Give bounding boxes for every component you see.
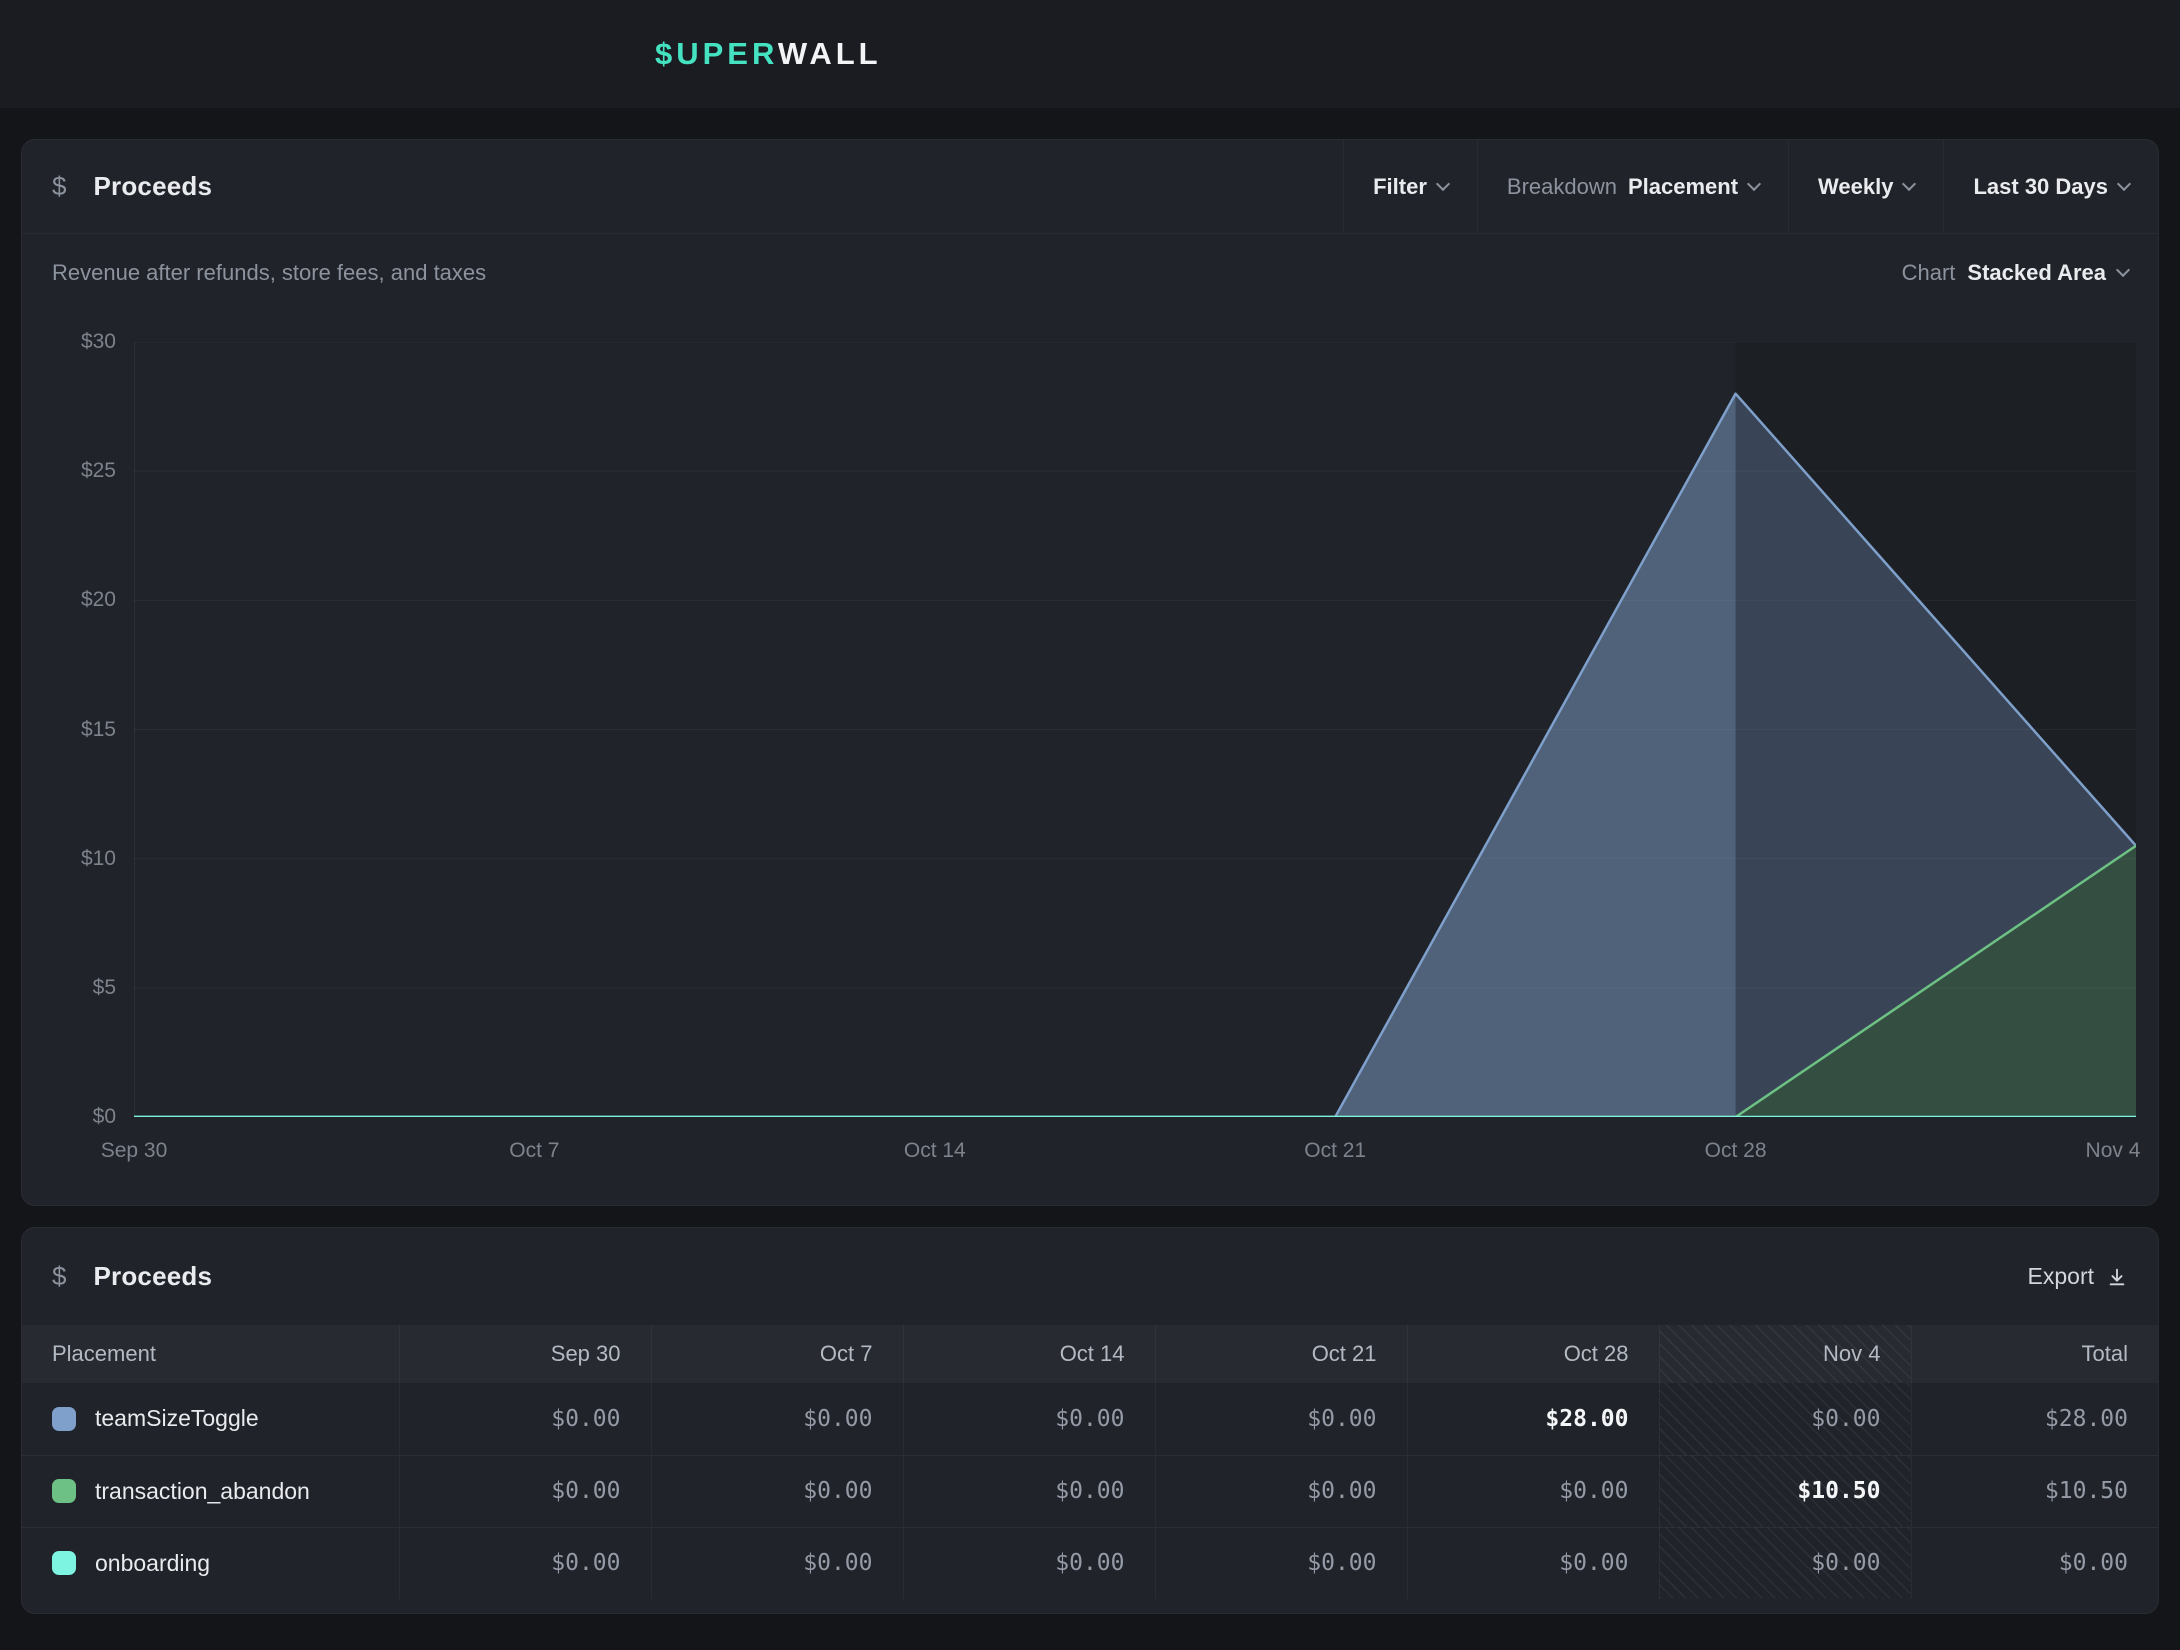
chevron-down-icon — [1436, 176, 1450, 190]
value-cell: $0.00 — [903, 1527, 1155, 1599]
series-color-swatch — [52, 1479, 76, 1503]
breakdown-select[interactable]: Breakdown Placement — [1477, 140, 1788, 233]
export-button[interactable]: Export — [2028, 1263, 2128, 1290]
placement-name: transaction_abandon — [95, 1478, 310, 1504]
filter-button[interactable]: Filter — [1343, 140, 1477, 233]
column-header-oct-14: Oct 14 — [903, 1325, 1155, 1383]
x-axis-label: Sep 30 — [101, 1139, 168, 1163]
value-cell: $0.00 — [1155, 1527, 1407, 1599]
column-header-oct-7: Oct 7 — [651, 1325, 903, 1383]
breakdown-label: Breakdown — [1507, 174, 1617, 200]
logo-prefix: $UPER — [655, 36, 778, 71]
value-cell: $0.00 — [1155, 1455, 1407, 1527]
top-bar: $UPERWALL — [0, 0, 2180, 108]
proceeds-table-title: Proceeds — [93, 1261, 212, 1292]
value-cell: $28.00 — [1407, 1383, 1659, 1455]
column-header-placement: Placement — [22, 1325, 399, 1383]
x-axis-label: Oct 28 — [1705, 1139, 1767, 1163]
value-cell: $10.50 — [1659, 1455, 1911, 1527]
y-axis-tick-label: $0 — [93, 1105, 116, 1129]
table-row: teamSizeToggle$0.00$0.00$0.00$0.00$28.00… — [22, 1383, 2158, 1455]
superwall-logo[interactable]: $UPERWALL — [655, 36, 882, 72]
placement-cell: teamSizeToggle — [22, 1383, 399, 1455]
column-header-oct-28: Oct 28 — [1407, 1325, 1659, 1383]
export-label: Export — [2028, 1263, 2094, 1290]
table-row: onboarding$0.00$0.00$0.00$0.00$0.00$0.00… — [22, 1527, 2158, 1599]
date-range-select[interactable]: Last 30 Days — [1943, 140, 2158, 233]
placement-name: teamSizeToggle — [95, 1405, 259, 1431]
filter-label: Filter — [1373, 174, 1427, 200]
value-cell: $0.00 — [1407, 1455, 1659, 1527]
value-cell: $0.00 — [399, 1527, 651, 1599]
table-row: transaction_abandon$0.00$0.00$0.00$0.00$… — [22, 1455, 2158, 1527]
chevron-down-icon — [2117, 176, 2131, 190]
value-cell: $0.00 — [1659, 1383, 1911, 1455]
series-color-swatch — [52, 1407, 76, 1431]
value-cell: $0.00 — [903, 1383, 1155, 1455]
proceeds-table-panel: $ Proceeds Export PlacementSep 30Oct 7Oc… — [21, 1227, 2159, 1614]
x-axis-label: Oct 14 — [904, 1139, 966, 1163]
proceeds-table-header: $ Proceeds Export — [22, 1228, 2158, 1325]
breakdown-value: Placement — [1628, 174, 1738, 200]
proceeds-panel-header: $ Proceeds Filter Breakdown Placement We… — [22, 140, 2158, 234]
dollar-icon: $ — [52, 1261, 66, 1292]
value-cell: $0.00 — [1407, 1527, 1659, 1599]
chart-type-select[interactable]: Chart Stacked Area — [1902, 260, 2128, 286]
placement-cell: transaction_abandon — [22, 1455, 399, 1527]
date-range-value: Last 30 Days — [1973, 174, 2108, 200]
chart-type-value: Stacked Area — [1967, 260, 2106, 286]
chart-canvas[interactable] — [134, 342, 2136, 1117]
x-axis-label: Oct 7 — [509, 1139, 559, 1163]
placement-name: onboarding — [95, 1550, 210, 1576]
y-axis-tick-label: $5 — [93, 976, 116, 1000]
series-color-swatch — [52, 1551, 76, 1575]
y-axis-tick-label: $30 — [81, 330, 116, 354]
interval-select[interactable]: Weekly — [1788, 140, 1943, 233]
value-cell: $0.00 — [1659, 1527, 1911, 1599]
value-cell: $0.00 — [651, 1383, 903, 1455]
logo-suffix: WALL — [778, 36, 882, 71]
y-axis-tick-label: $10 — [81, 847, 116, 871]
chevron-down-icon — [2116, 263, 2130, 277]
dollar-icon: $ — [52, 171, 66, 202]
column-header-nov-4: Nov 4 — [1659, 1325, 1911, 1383]
y-axis-tick-label: $25 — [81, 459, 116, 483]
download-icon — [2106, 1266, 2128, 1288]
value-cell: $0.00 — [1911, 1527, 2158, 1599]
column-header-sep-30: Sep 30 — [399, 1325, 651, 1383]
value-cell: $10.50 — [1911, 1455, 2158, 1527]
y-axis-tick-label: $20 — [81, 588, 116, 612]
value-cell: $0.00 — [651, 1455, 903, 1527]
value-cell: $0.00 — [399, 1455, 651, 1527]
table-column-header-row: PlacementSep 30Oct 7Oct 14Oct 21Oct 28No… — [22, 1325, 2158, 1383]
x-axis-labels: Sep 30Oct 7Oct 14Oct 21Oct 28Nov 4 — [134, 1117, 2136, 1175]
chart-plot-area[interactable]: $0$5$10$15$20$25$30 — [134, 342, 2136, 1117]
value-cell: $0.00 — [1155, 1383, 1407, 1455]
column-header-oct-21: Oct 21 — [1155, 1325, 1407, 1383]
chart-controls: Filter Breakdown Placement Weekly Last 3… — [1343, 140, 2158, 233]
interval-value: Weekly — [1818, 174, 1893, 200]
x-axis-label: Oct 21 — [1304, 1139, 1366, 1163]
chevron-down-icon — [1747, 176, 1761, 190]
column-header-total: Total — [1911, 1325, 2158, 1383]
revenue-subtitle: Revenue after refunds, store fees, and t… — [52, 260, 486, 286]
proceeds-table: PlacementSep 30Oct 7Oct 14Oct 21Oct 28No… — [22, 1325, 2158, 1599]
placement-cell: onboarding — [22, 1527, 399, 1599]
chevron-down-icon — [1902, 176, 1916, 190]
value-cell: $28.00 — [1911, 1383, 2158, 1455]
chart-type-label: Chart — [1902, 260, 1956, 286]
proceeds-panel-title: Proceeds — [93, 171, 212, 202]
chart-sub-row: Revenue after refunds, store fees, and t… — [22, 234, 2158, 286]
value-cell: $0.00 — [399, 1383, 651, 1455]
proceeds-chart-panel: $ Proceeds Filter Breakdown Placement We… — [21, 139, 2159, 1206]
value-cell: $0.00 — [903, 1455, 1155, 1527]
x-axis-label: Nov 4 — [2086, 1139, 2141, 1163]
y-axis-tick-label: $15 — [81, 718, 116, 742]
value-cell: $0.00 — [651, 1527, 903, 1599]
